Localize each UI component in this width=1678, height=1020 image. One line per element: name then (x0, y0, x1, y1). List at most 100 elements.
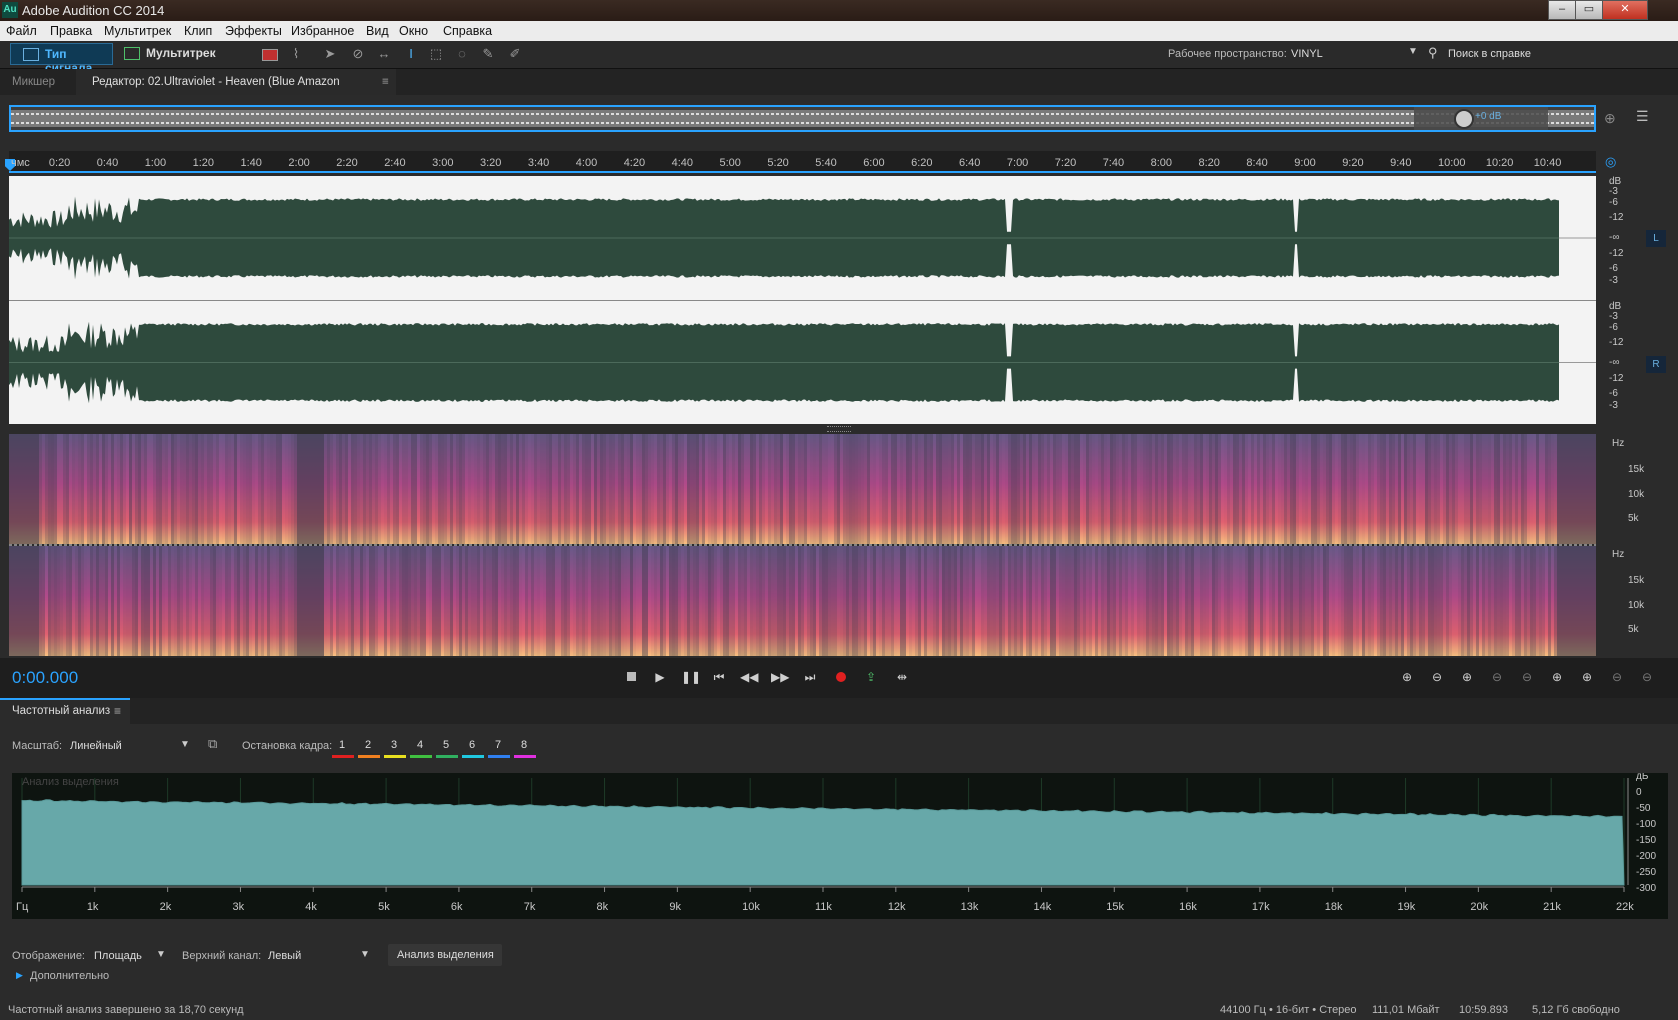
spectral-display[interactable] (9, 434, 1596, 656)
freeze-frame-slot[interactable]: 7 (488, 736, 510, 758)
help-search-input[interactable]: Поиск в справке (1448, 48, 1531, 60)
db-scale-label: -∞ (1609, 357, 1620, 368)
tab-mixer[interactable]: Микшер (12, 69, 55, 95)
zoom-in-left-icon[interactable]: ⊕ (1548, 668, 1566, 686)
waveform-right (9, 321, 1596, 404)
workspace-select[interactable]: VINYL (1291, 48, 1323, 60)
chevron-down-icon[interactable]: ▼ (1408, 46, 1418, 57)
rewind-button[interactable]: ◀◀ (740, 668, 758, 686)
scale-select[interactable]: Линейный ▼ (68, 736, 192, 756)
top-channel-select[interactable]: Левый ▼ (266, 946, 372, 966)
freeze-frame-slot[interactable]: 1 (332, 736, 354, 758)
waveform-channel-left[interactable] (9, 176, 1596, 300)
time-tick: 1:40 (240, 157, 262, 169)
freq-x-tick: 5k (378, 901, 390, 913)
pause-button[interactable]: ❚❚ (681, 668, 701, 686)
time-tick: 2:40 (384, 157, 406, 169)
panel-menu-icon[interactable]: ≡ (382, 69, 389, 95)
stop-button[interactable] (622, 668, 640, 686)
status-free-space: 5,12 Гб свободно (1532, 1004, 1620, 1016)
spot-healing-tool-icon[interactable]: ✐ (507, 46, 523, 62)
zoom-in-right-icon[interactable]: ⊕ (1578, 668, 1596, 686)
skip-selection-button[interactable]: ⇹ (893, 668, 911, 686)
freeze-frame-slot[interactable]: 3 (384, 736, 406, 758)
channel-left-toggle[interactable]: L (1646, 230, 1666, 247)
waveform-left (9, 196, 1596, 280)
zoom-out-left-icon[interactable]: ⊖ (1608, 668, 1626, 686)
overview-waveform (11, 107, 1594, 130)
time-selection-tool-icon[interactable]: I (403, 46, 419, 62)
panel-tab-bar: Микшер Редактор: 02.Ultraviolet - Heaven… (0, 69, 1678, 114)
hz-scale-label: 15k (1628, 575, 1645, 586)
record-button[interactable] (832, 668, 850, 686)
marquee-tool-icon[interactable]: ⬚ (428, 46, 444, 62)
zoom-in-time-icon[interactable]: ⊕ (1458, 668, 1476, 686)
zoom-out-full-icon[interactable]: ⊖ (1488, 668, 1506, 686)
play-button[interactable]: ▶ (651, 668, 669, 686)
freeze-frame-slot[interactable]: 8 (514, 736, 536, 758)
freeze-frame-slot[interactable]: 5 (436, 736, 458, 758)
freq-y-tick: -300 (1636, 883, 1656, 894)
zoom-out-right-icon[interactable]: ⊖ (1638, 668, 1656, 686)
freq-x-tick: 13k (961, 901, 979, 913)
hz-scale-label: 5k (1628, 513, 1639, 524)
freq-x-tick: Гц (16, 901, 29, 913)
time-ruler[interactable]: чмс 0:20 0:40 1:00 1:20 1:40 2:00 2:20 2:40 3:00 3… (5, 151, 1596, 173)
freq-x-tick: 2k (160, 901, 172, 913)
fast-forward-button[interactable]: ▶▶ (771, 668, 789, 686)
close-button[interactable]: ✕ (1602, 0, 1648, 20)
spectral-display-icon[interactable] (262, 46, 278, 62)
brush-tool-icon[interactable]: ✎ (480, 46, 496, 62)
razor-tool-icon[interactable]: ⊘ (350, 46, 366, 62)
status-message: Частотный анализ завершено за 18,70 секу… (8, 1004, 244, 1016)
menu-multitrack[interactable]: Мультитрек (104, 24, 171, 38)
menu-help[interactable]: Справка (443, 24, 492, 38)
menu-effects[interactable]: Эффекты (225, 24, 282, 38)
zoom-selection-icon[interactable]: ⊖ (1518, 668, 1536, 686)
slip-tool-icon[interactable]: ↔ (376, 46, 392, 62)
lock-icon[interactable]: ◎ (1605, 154, 1616, 170)
lasso-tool-icon[interactable]: ◌ (454, 46, 470, 62)
menu-window[interactable]: Окно (399, 24, 428, 38)
volume-knob[interactable] (1454, 109, 1474, 129)
menu-edit[interactable]: Правка (50, 24, 92, 38)
menu-clip[interactable]: Клип (184, 24, 212, 38)
move-tool-icon[interactable]: ➤ (322, 46, 338, 62)
splitter-handle[interactable] (827, 426, 851, 432)
waveform-channel-right[interactable] (9, 301, 1596, 424)
tab-frequency-analysis[interactable]: Частотный анализ ≡ (0, 698, 130, 724)
waveform-mode-button[interactable]: Тип сигнала (10, 43, 113, 75)
menu-file[interactable]: Файл (6, 24, 37, 38)
minimize-button[interactable]: ‒ (1548, 0, 1576, 20)
tab-editor[interactable]: Редактор: 02.Ultraviolet - Heaven (Blue … (76, 69, 396, 114)
display-select[interactable]: Площадь ▼ (92, 946, 168, 966)
db-scale-label: -∞ (1609, 232, 1620, 243)
time-tick: 4:40 (671, 157, 694, 169)
freeze-frame-slot[interactable]: 6 (462, 736, 484, 758)
zoom-overview-icon[interactable]: ⊕ (1604, 110, 1616, 127)
go-to-start-button[interactable]: ⏮ (710, 668, 728, 686)
frequency-plot: Гц 1k 2k 3k 4k 5k 6k 7k 8k 9k 10k 11k 12k 13k 14k 15k 16… (16, 771, 1656, 913)
zoom-in-amplitude-icon[interactable]: ⊕ (1398, 668, 1416, 686)
overview-bar[interactable]: +0 dB (9, 105, 1596, 132)
freeze-frame-slot[interactable]: 2 (358, 736, 380, 758)
go-to-end-button[interactable]: ⏭ (801, 668, 819, 686)
freq-y-tick: -50 (1636, 803, 1651, 814)
loop-playback-button[interactable]: ⇪ (862, 668, 880, 686)
analyze-selection-button[interactable]: Анализ выделения (388, 944, 502, 966)
frequency-graph[interactable]: Гц 1k 2k 3k 4k 5k 6k 7k 8k 9k 10k 11k 12k 13k 14k 15k 16… (12, 771, 1668, 919)
multitrack-mode-button[interactable]: Мультитрек (122, 43, 216, 65)
menu-view[interactable]: Вид (366, 24, 389, 38)
time-tick: 9:20 (1342, 157, 1364, 169)
freeze-frame-slot[interactable]: 4 (410, 736, 432, 758)
advanced-toggle[interactable]: Дополнительно (30, 970, 109, 982)
expand-icon[interactable]: ▶ (16, 970, 23, 981)
zoom-out-amplitude-icon[interactable]: ⊖ (1428, 668, 1446, 686)
panel-menu-icon[interactable]: ≡ (114, 704, 121, 718)
channel-right-toggle[interactable]: R (1646, 356, 1666, 373)
waveform-display-icon[interactable]: ⌇ (288, 46, 304, 62)
menu-favorites[interactable]: Избранное (291, 24, 354, 38)
panel-options-icon[interactable]: ☰ (1636, 108, 1649, 125)
copy-icon[interactable]: ⧉ (208, 736, 217, 752)
maximize-button[interactable]: ▭ (1575, 0, 1603, 20)
